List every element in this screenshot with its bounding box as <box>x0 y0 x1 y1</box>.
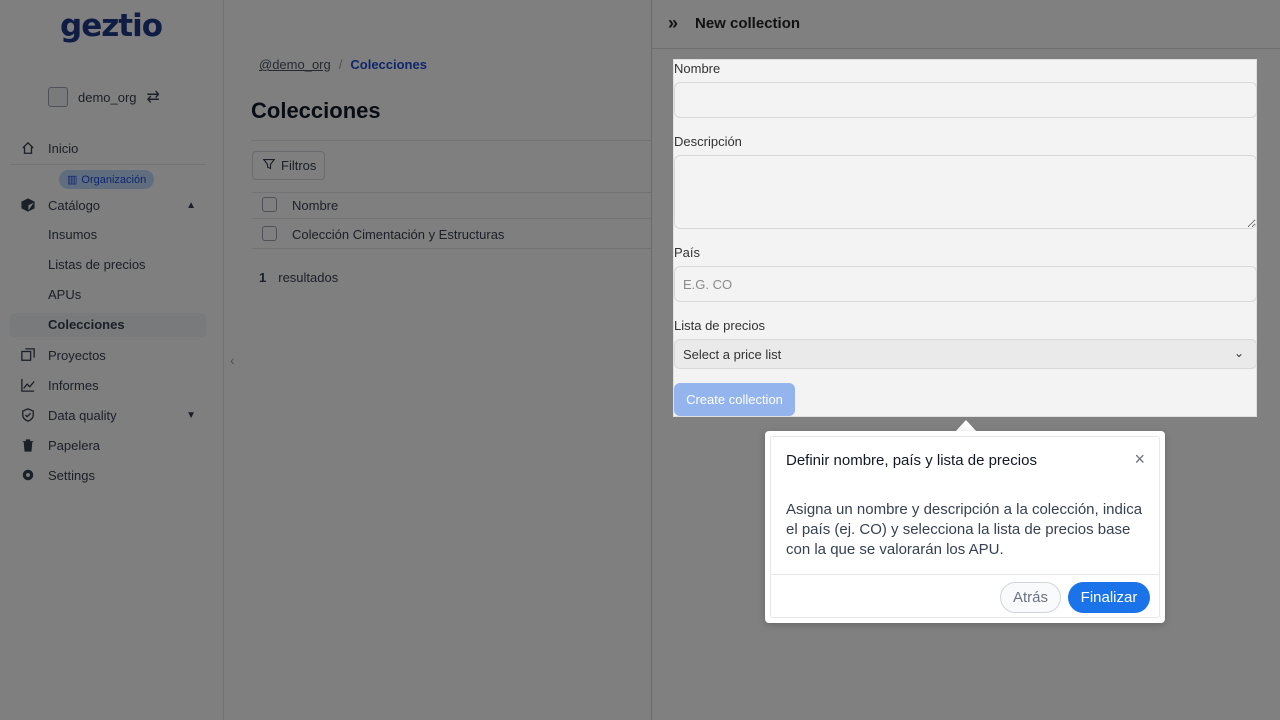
tour-finish-button[interactable]: Finalizar <box>1068 582 1150 613</box>
description-textarea[interactable] <box>674 155 1257 229</box>
create-collection-button[interactable]: Create collection <box>674 383 795 416</box>
tour-popover-content: Definir nombre, país y lista de precios … <box>770 436 1160 618</box>
tour-footer-divider <box>771 574 1159 575</box>
country-label: País <box>674 245 701 260</box>
price-list-select[interactable]: Select a price list ⌄ <box>674 339 1257 369</box>
drawer-header: » New collection <box>652 0 1280 49</box>
close-icon[interactable]: × <box>1134 449 1145 470</box>
tour-back-button[interactable]: Atrás <box>1000 582 1061 613</box>
tour-popover: Definir nombre, país y lista de precios … <box>765 431 1165 623</box>
price-list-label: Lista de precios <box>674 318 766 333</box>
tour-description: Asigna un nombre y descripción a la cole… <box>786 501 1143 558</box>
name-input[interactable] <box>674 82 1257 118</box>
drawer-title: New collection <box>695 15 801 32</box>
chevron-down-icon: ⌄ <box>1233 346 1244 360</box>
double-chevron-right-icon[interactable]: » <box>668 13 678 34</box>
price-list-selected-value: Select a price list <box>683 346 782 362</box>
country-input[interactable] <box>674 266 1257 302</box>
description-label: Descripción <box>674 134 742 149</box>
name-label: Nombre <box>674 61 721 76</box>
new-collection-form: Nombre Descripción País Lista de precios… <box>673 59 1257 417</box>
tour-title: Definir nombre, país y lista de precios <box>786 452 1037 469</box>
